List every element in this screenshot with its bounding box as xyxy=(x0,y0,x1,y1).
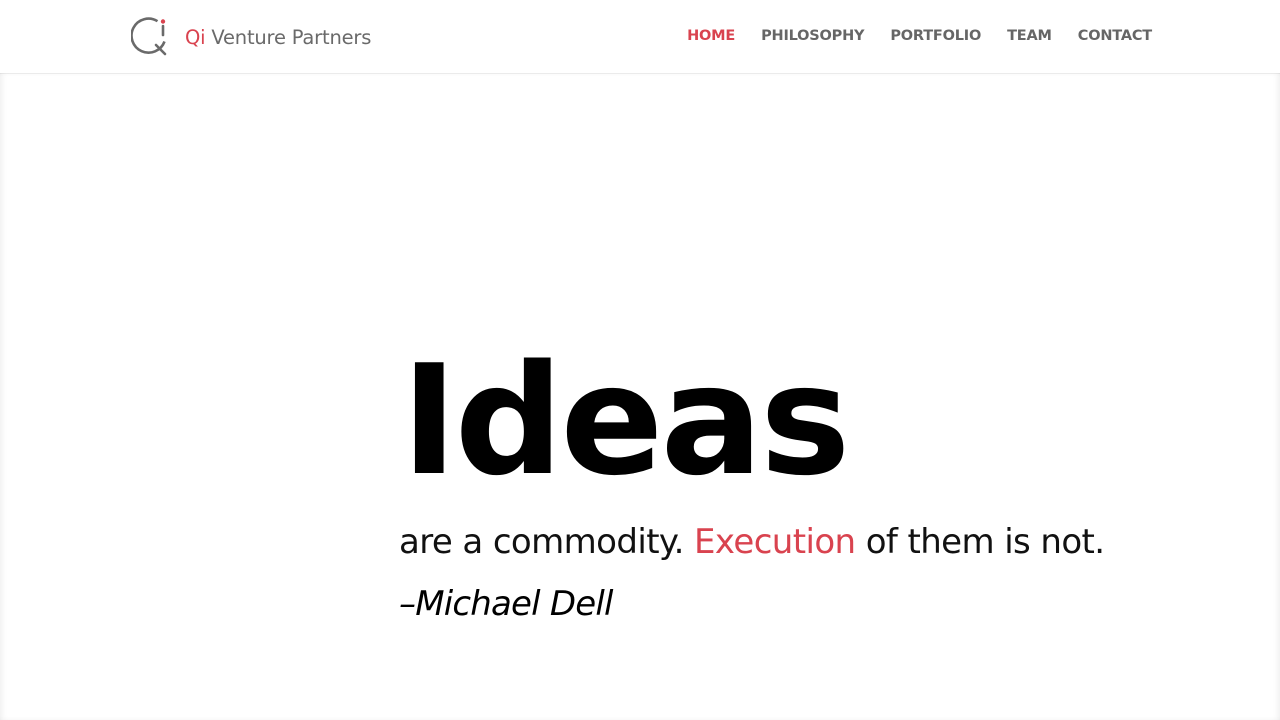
brand-name-qi: Qi xyxy=(185,25,206,49)
nav-home[interactable]: HOME xyxy=(687,28,735,44)
nav-team[interactable]: TEAM xyxy=(1007,28,1052,44)
quote-text-part2: of them is not. xyxy=(855,522,1105,562)
logo-link[interactable]: Qi Venture Partners xyxy=(131,17,371,57)
nav-portfolio[interactable]: PORTFOLIO xyxy=(890,28,981,44)
q-circle-logo-icon xyxy=(131,17,171,57)
quote-text-accent: Execution xyxy=(694,522,856,562)
site-header: Qi Venture Partners HOME PHILOSOPHY PORT… xyxy=(0,0,1280,73)
nav-contact[interactable]: CONTACT xyxy=(1078,28,1152,44)
nav-philosophy[interactable]: PHILOSOPHY xyxy=(761,28,864,44)
quote-text: are a commodity. Execution of them is no… xyxy=(399,521,1239,563)
main-nav: HOME PHILOSOPHY PORTFOLIO TEAM CONTACT xyxy=(687,28,1152,44)
brand-name-rest: Venture Partners xyxy=(205,25,372,49)
quote-author: –Michael Dell xyxy=(399,584,613,624)
hero-quote: Ideas are a commodity. Execution of them… xyxy=(399,345,1239,625)
brand-name: Qi Venture Partners xyxy=(185,26,371,49)
quote-text-part1: are a commodity. xyxy=(399,522,695,562)
hero-big-word: Ideas xyxy=(401,332,851,509)
